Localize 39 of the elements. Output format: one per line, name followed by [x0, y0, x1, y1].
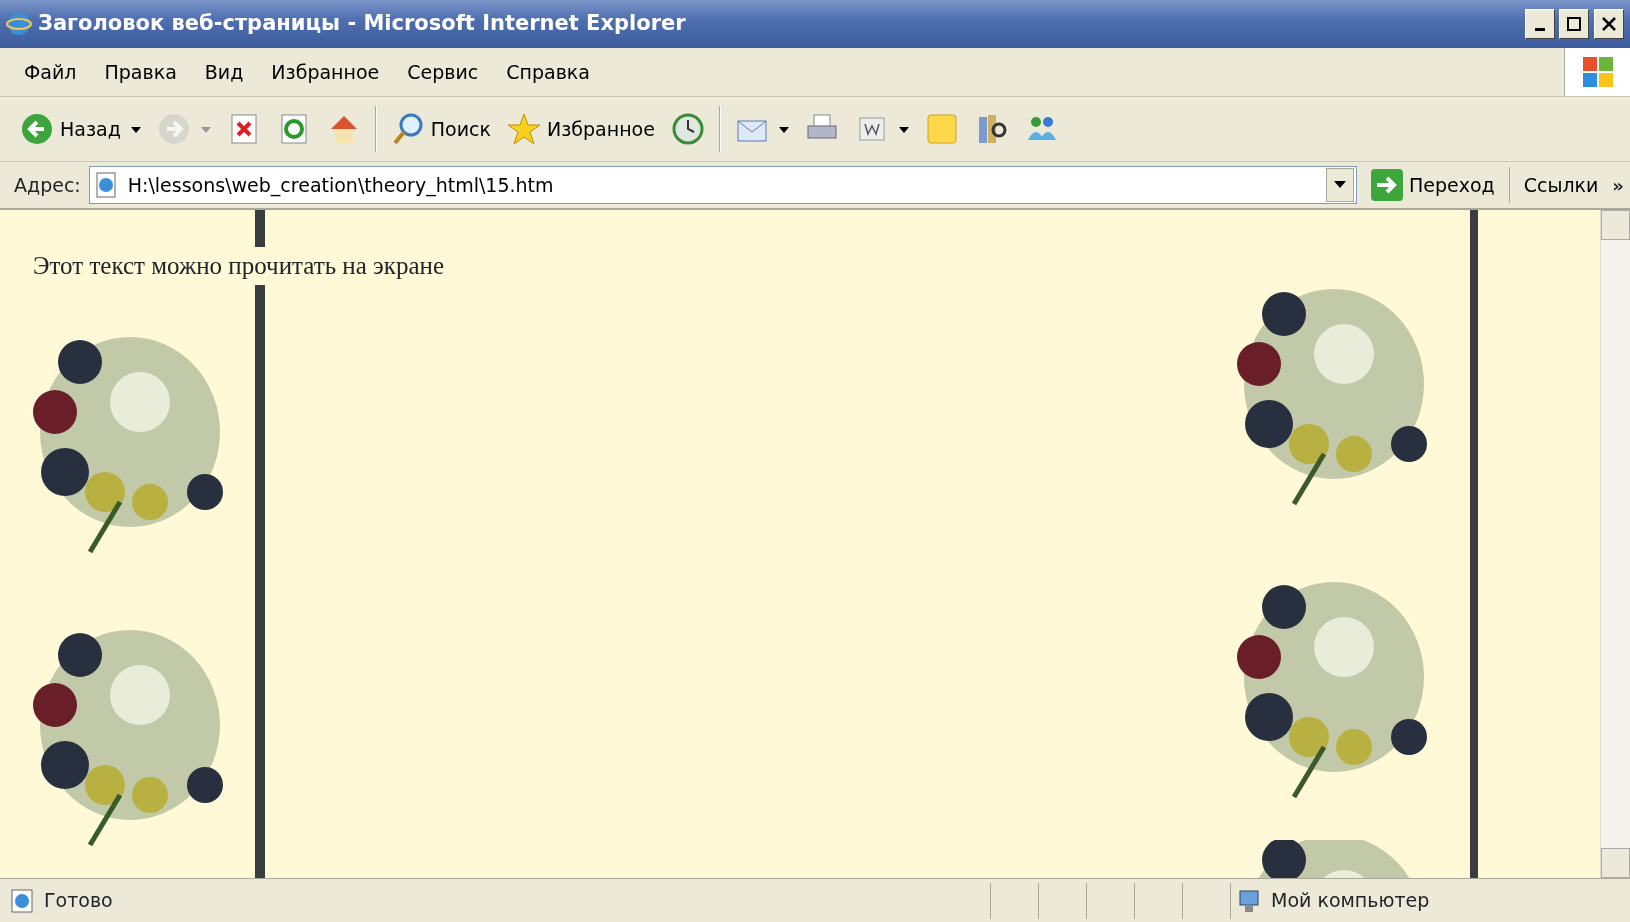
- caret-icon: [130, 127, 141, 134]
- status-text: Готово: [44, 888, 113, 914]
- back-button[interactable]: Назад: [14, 110, 147, 148]
- close-icon: [1602, 17, 1616, 31]
- maximize-button[interactable]: [1559, 9, 1590, 39]
- menu-item[interactable]: Справка: [492, 55, 604, 89]
- address-field[interactable]: H:\lessons\web_creation\theory_html\15.htm: [88, 166, 1357, 204]
- menu-item[interactable]: Правка: [90, 55, 191, 89]
- favorites-button[interactable]: Избранное: [501, 110, 661, 148]
- dropdown-button[interactable]: [1325, 168, 1354, 202]
- menu-item[interactable]: Избранное: [257, 55, 394, 89]
- windows-logo-icon: [1580, 55, 1615, 89]
- page-text: Этот текст можно прочитать на экране: [33, 247, 444, 285]
- page-icon: [10, 887, 36, 914]
- minimize-icon: [1534, 27, 1545, 31]
- address-label: Адрес:: [14, 172, 81, 198]
- menu-item[interactable]: Вид: [190, 55, 258, 89]
- clock-icon: [670, 112, 705, 146]
- caret-icon: [200, 127, 211, 134]
- scroll-down-button[interactable]: [1601, 848, 1630, 878]
- maximize-icon: [1567, 17, 1582, 31]
- scroll-up-button[interactable]: [1601, 210, 1630, 240]
- note-icon: [924, 112, 959, 146]
- minimize-button[interactable]: [1524, 9, 1555, 39]
- close-button[interactable]: [1594, 9, 1624, 39]
- links-button[interactable]: Ссылки: [1517, 168, 1605, 202]
- menu-item[interactable]: Сервис: [393, 55, 493, 89]
- chevron-icon[interactable]: »: [1612, 171, 1624, 199]
- star-icon: [507, 112, 541, 146]
- caret-icon: [1333, 181, 1346, 189]
- menu-item[interactable]: Файл: [10, 55, 91, 89]
- caret-icon: [778, 127, 789, 134]
- browser-icon: [6, 11, 32, 37]
- search-button[interactable]: Поиск: [384, 110, 497, 148]
- zone-text: Мой компьютер: [1271, 888, 1430, 914]
- address-input[interactable]: H:\lessons\web_creation\theory_html\15.htm: [125, 169, 1320, 201]
- window-title: Заголовок веб-страницы - Microsoft Internet Explorer: [38, 10, 686, 38]
- go-button[interactable]: Переход: [1364, 167, 1501, 203]
- caret-icon: [898, 127, 909, 134]
